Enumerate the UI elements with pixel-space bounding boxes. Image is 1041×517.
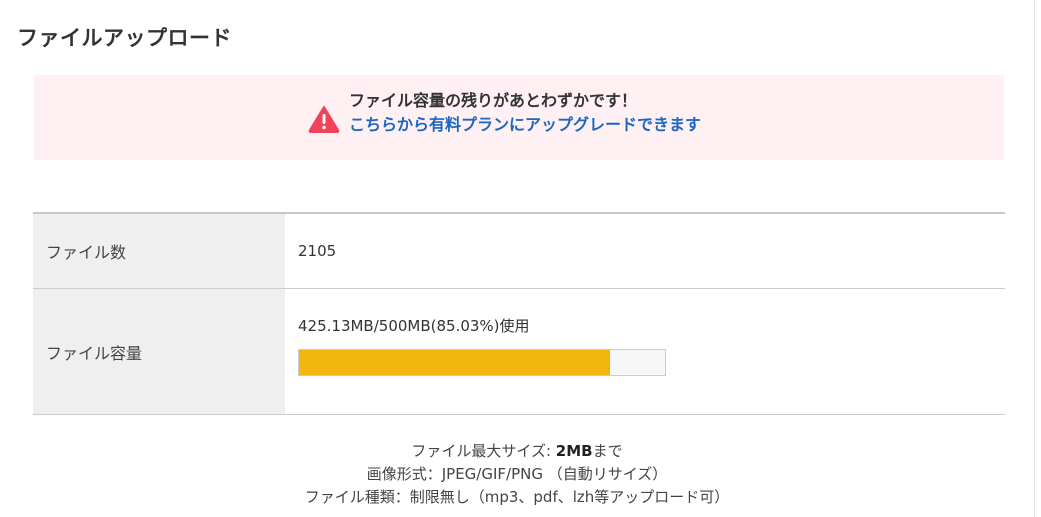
capacity-progress-fill	[299, 350, 611, 375]
file-capacity-row: ファイル容量 425.13MB/500MB(85.03%)使用	[33, 288, 1005, 415]
max-file-size-line: ファイル最大サイズ: 2MBまで	[0, 440, 1034, 463]
alert-message: ファイル容量の残りがあとわずかです！	[349, 91, 638, 110]
file-count-value: 2105	[298, 242, 337, 260]
max-size-prefix: ファイル最大サイズ:	[411, 442, 556, 460]
file-count-label: ファイル数	[33, 214, 285, 288]
capacity-progress-bar	[298, 349, 666, 376]
page-title: ファイルアップロード	[17, 26, 232, 50]
capacity-usage-text: 425.13MB/500MB(85.03%)使用	[298, 317, 530, 335]
max-size-value: 2MB	[555, 442, 593, 460]
file-capacity-label: ファイル容量	[33, 289, 285, 414]
max-size-suffix: まで	[592, 442, 623, 460]
upgrade-plan-link[interactable]: こちらから有料プランにアップグレードできます	[349, 113, 701, 137]
image-format-line: 画像形式：JPEG/GIF/PNG （自動リサイズ）	[366, 465, 668, 483]
file-capacity-cell: 425.13MB/500MB(85.03%)使用	[285, 289, 1005, 414]
file-count-row: ファイル数 2105	[33, 214, 1005, 289]
upload-limits-info: ファイル最大サイズ: 2MBまで 画像形式：JPEG/GIF/PNG （自動リサ…	[0, 440, 1034, 509]
file-types-line: ファイル種類：制限無し（mp3、pdf、lzh等アップロード可）	[304, 488, 730, 506]
file-stats-table: ファイル数 2105 ファイル容量 425.13MB/500MB(85.03%)…	[33, 212, 1005, 415]
alert-text: ファイル容量の残りがあとわずかです！ こちらから有料プランにアップグレードできま…	[349, 89, 701, 137]
warning-triangle-icon	[308, 106, 340, 133]
file-upload-page: ファイルアップロード ファイル容量の残りがあとわずかです！ こちらから有料プラン…	[0, 0, 1035, 517]
